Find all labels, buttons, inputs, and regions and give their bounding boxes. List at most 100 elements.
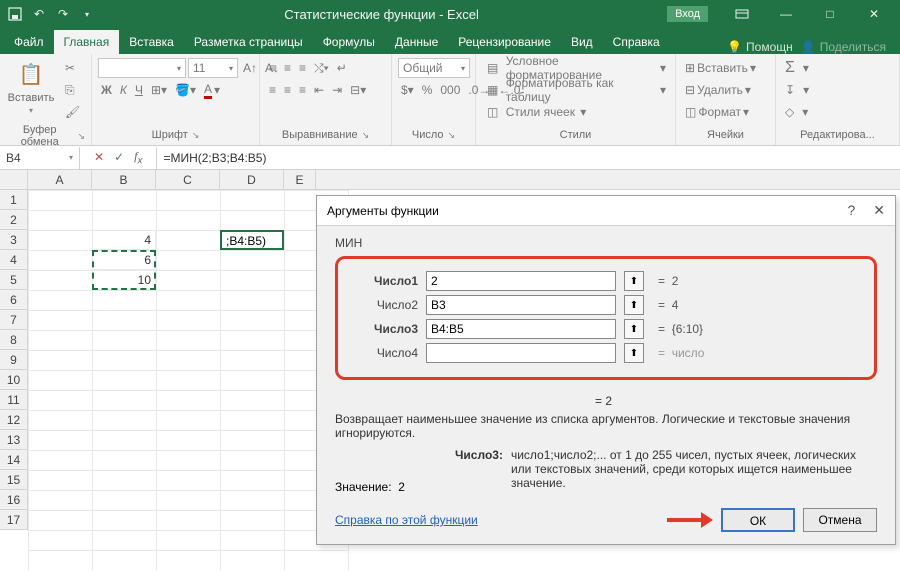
row-header[interactable]: 2 — [0, 210, 28, 230]
align-middle-icon[interactable]: ≡ — [281, 58, 294, 78]
autosum-icon[interactable]: Σ — [782, 58, 798, 78]
align-top-icon[interactable]: ≡ — [266, 58, 279, 78]
indent-dec-icon[interactable]: ⇤ — [311, 80, 327, 100]
tab-view[interactable]: Вид — [561, 30, 603, 54]
function-help-link[interactable]: Справка по этой функции — [335, 513, 478, 527]
row-header[interactable]: 14 — [0, 450, 28, 470]
tab-formulas[interactable]: Формулы — [313, 30, 385, 54]
tab-review[interactable]: Рецензирование — [448, 30, 561, 54]
format-painter-icon[interactable]: 🖌 — [62, 102, 83, 122]
active-cell-d3[interactable]: ;B4:B5) — [220, 230, 284, 250]
select-all-corner[interactable] — [0, 170, 28, 189]
borders-icon[interactable]: ⊞▾ — [148, 80, 170, 100]
grow-font-icon[interactable]: A↑ — [240, 58, 260, 78]
dialog-close-icon[interactable]: ✕ — [873, 202, 885, 219]
col-header[interactable]: E — [284, 170, 316, 189]
ok-button[interactable]: ОК — [721, 508, 795, 532]
row-header[interactable]: 5 — [0, 270, 28, 290]
cancel-button[interactable]: Отмена — [803, 508, 877, 532]
ribbon-options-icon[interactable] — [722, 2, 762, 26]
qat-dropdown-icon[interactable]: ▾ — [78, 5, 96, 23]
dialog-help-icon[interactable]: ? — [847, 202, 855, 219]
undo-icon[interactable]: ↶ — [30, 5, 48, 23]
share-button[interactable]: 👤Поделиться — [801, 40, 886, 54]
tab-home[interactable]: Главная — [54, 30, 120, 54]
orientation-icon[interactable]: ⤭▾ — [311, 58, 332, 78]
col-header[interactable]: B — [92, 170, 156, 189]
align-dialog-icon[interactable]: ↘ — [362, 130, 370, 141]
minimize-icon[interactable]: — — [766, 2, 806, 26]
conditional-formatting-button[interactable]: ▤ Условное форматирование ▾ — [484, 58, 669, 78]
close-icon[interactable]: ✕ — [854, 2, 894, 26]
wrap-text-icon[interactable]: ↵ — [334, 58, 350, 78]
arg1-input[interactable] — [426, 271, 616, 291]
tab-insert[interactable]: Вставка — [119, 30, 184, 54]
arg2-ref-icon[interactable]: ⬆ — [624, 295, 644, 315]
enter-formula-icon[interactable]: ✓ — [114, 150, 124, 164]
cell-b4[interactable]: 6 — [92, 250, 156, 270]
align-left-icon[interactable]: ≡ — [266, 80, 279, 100]
cell-b3[interactable]: 4 — [92, 230, 156, 250]
name-box[interactable]: B4▾ — [0, 147, 80, 169]
paste-button[interactable]: 📋 Вставить ▾ — [6, 58, 56, 115]
arg3-ref-icon[interactable]: ⬆ — [624, 319, 644, 339]
arg2-input[interactable] — [426, 295, 616, 315]
font-dialog-icon[interactable]: ↘ — [192, 130, 200, 141]
redo-icon[interactable]: ↷ — [54, 5, 72, 23]
align-center-icon[interactable]: ≡ — [281, 80, 294, 100]
indent-inc-icon[interactable]: ⇥ — [329, 80, 345, 100]
cell-styles-button[interactable]: ◫ Стили ячеек ▾ — [484, 102, 589, 122]
font-size-select[interactable]: 11▾ — [188, 58, 238, 78]
italic-button[interactable]: К — [117, 80, 130, 100]
arg1-ref-icon[interactable]: ⬆ — [624, 271, 644, 291]
row-header[interactable]: 16 — [0, 490, 28, 510]
row-header[interactable]: 13 — [0, 430, 28, 450]
comma-icon[interactable]: 000 — [437, 80, 463, 100]
fill-color-icon[interactable]: 🪣▾ — [172, 80, 199, 100]
cell-b5[interactable]: 10 — [92, 270, 156, 290]
row-header[interactable]: 10 — [0, 370, 28, 390]
cancel-formula-icon[interactable]: ✕ — [94, 150, 104, 164]
font-color-icon[interactable]: A▾ — [201, 80, 223, 100]
bold-button[interactable]: Ж — [98, 80, 115, 100]
fx-icon[interactable]: fx — [134, 149, 142, 166]
clipboard-dialog-icon[interactable]: ↘ — [77, 131, 85, 142]
row-header[interactable]: 17 — [0, 510, 28, 530]
currency-icon[interactable]: $▾ — [398, 80, 417, 100]
col-header[interactable]: A — [28, 170, 92, 189]
number-dialog-icon[interactable]: ↘ — [448, 130, 456, 141]
row-header[interactable]: 6 — [0, 290, 28, 310]
arg3-input[interactable] — [426, 319, 616, 339]
row-header[interactable]: 12 — [0, 410, 28, 430]
fill-icon[interactable]: ↧ — [782, 80, 798, 100]
row-header[interactable]: 11 — [0, 390, 28, 410]
clear-icon[interactable]: ◇ — [782, 102, 797, 122]
tab-data[interactable]: Данные — [385, 30, 448, 54]
number-format-select[interactable]: Общий▾ — [398, 58, 470, 78]
copy-icon[interactable]: ⎘ — [62, 80, 83, 100]
row-header[interactable]: 8 — [0, 330, 28, 350]
row-header[interactable]: 7 — [0, 310, 28, 330]
align-bottom-icon[interactable]: ≡ — [296, 58, 309, 78]
font-name-select[interactable]: ▾ — [98, 58, 186, 78]
row-header[interactable]: 9 — [0, 350, 28, 370]
insert-cells-button[interactable]: ⊞ Вставить ▾ — [682, 58, 759, 78]
tab-file[interactable]: Файл — [4, 30, 54, 54]
save-icon[interactable] — [6, 5, 24, 23]
percent-icon[interactable]: % — [419, 80, 436, 100]
formula-input[interactable]: =МИН(2;B3;B4:B5) — [156, 147, 900, 169]
tab-layout[interactable]: Разметка страницы — [184, 30, 313, 54]
maximize-icon[interactable]: □ — [810, 2, 850, 26]
row-header[interactable]: 4 — [0, 250, 28, 270]
row-header[interactable]: 3 — [0, 230, 28, 250]
arg4-input[interactable] — [426, 343, 616, 363]
row-header[interactable]: 15 — [0, 470, 28, 490]
arg4-ref-icon[interactable]: ⬆ — [624, 343, 644, 363]
delete-cells-button[interactable]: ⊟ Удалить ▾ — [682, 80, 754, 100]
merge-icon[interactable]: ⊟▾ — [347, 80, 369, 100]
tab-help[interactable]: Справка — [603, 30, 670, 54]
tell-me-button[interactable]: 💡Помощн — [727, 40, 793, 54]
col-header[interactable]: C — [156, 170, 220, 189]
underline-button[interactable]: Ч — [132, 80, 146, 100]
col-header[interactable]: D — [220, 170, 284, 189]
